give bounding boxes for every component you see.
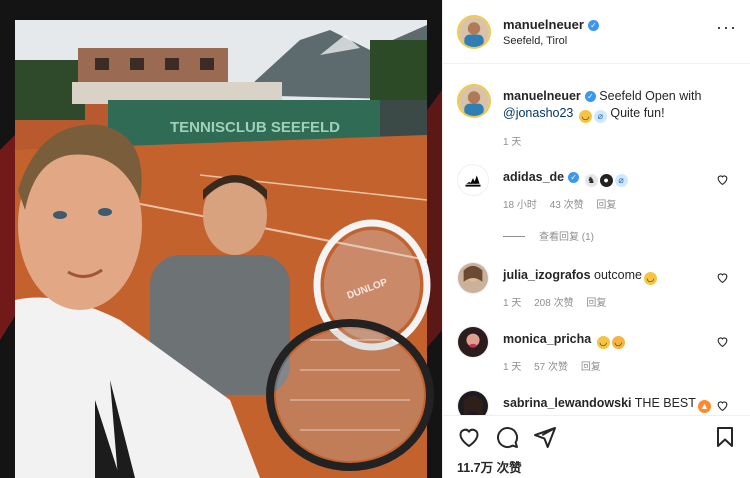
- share-paper-plane-icon[interactable]: [533, 425, 557, 449]
- goat-emoji-icon: ♞: [584, 174, 598, 187]
- comment-body: outcome: [594, 268, 642, 282]
- smile-emoji-icon: ◡: [578, 110, 592, 123]
- view-replies-button[interactable]: 查看回复 (1): [503, 228, 594, 243]
- commenter-avatar[interactable]: [457, 262, 489, 294]
- laughing-emoji-icon: ◡: [596, 336, 610, 349]
- comment-meta: 1 天 208 次赞 回复: [503, 294, 616, 309]
- fire-emoji-icon: ▲: [697, 400, 711, 413]
- caption-suffix: Quite fun!: [610, 106, 665, 120]
- commenter-avatar[interactable]: [457, 164, 489, 196]
- comment-text: monica_pricha ◡ ◡: [503, 332, 625, 349]
- tennis-racket-emoji-icon: ⌀: [614, 174, 628, 187]
- like-comment-heart-icon[interactable]: [716, 335, 729, 348]
- post-action-bar: 11.7万 次赞: [443, 415, 750, 478]
- post-header: manuelneuer ✓ Seefeld, Tirol ···: [443, 0, 750, 64]
- verified-badge-icon: ✓: [587, 20, 599, 31]
- comment-meta: 18 小时 43 次赞 回复: [503, 196, 626, 211]
- reply-button[interactable]: 回复: [596, 200, 616, 211]
- comment-item: julia_izografos outcome ◡ 1 天 208 次赞 回复: [443, 262, 750, 322]
- tennis-selfie-illustration: TENNISCLUB SEEFELD DUNLOP: [0, 0, 442, 478]
- like-heart-icon[interactable]: [457, 425, 481, 449]
- comment-meta: 1 天 57 次赞 回复: [503, 358, 611, 373]
- post-photo[interactable]: TENNISCLUB SEEFELD DUNLOP: [0, 0, 442, 478]
- save-bookmark-icon[interactable]: [713, 425, 737, 449]
- avatar-image: [459, 17, 489, 47]
- verified-badge-icon: ✓: [584, 91, 596, 102]
- author-username[interactable]: manuelneuer ✓: [503, 17, 599, 32]
- like-comment-heart-icon[interactable]: [716, 399, 729, 412]
- comment-time[interactable]: 1 天: [503, 298, 521, 309]
- instagram-post-view: TENNISCLUB SEEFELD DUNLOP manuelneuer ✓ S…: [0, 0, 750, 478]
- post-sidebar: manuelneuer ✓ Seefeld, Tirol ··· manuelne…: [442, 0, 750, 478]
- comment-like-count[interactable]: 57 次赞: [534, 362, 568, 373]
- tennis-racket-emoji-icon: ⌀: [593, 110, 607, 123]
- reply-button[interactable]: 回复: [586, 298, 606, 309]
- verified-badge-icon: ✓: [568, 172, 580, 183]
- like-comment-heart-icon[interactable]: [716, 271, 729, 284]
- post-like-count[interactable]: 11.7万 次赞: [457, 457, 522, 476]
- comment-time[interactable]: 1 天: [503, 362, 521, 373]
- comment-username[interactable]: monica_pricha: [503, 332, 591, 346]
- avatar-image: [458, 263, 488, 293]
- adidas-logo-icon: [458, 165, 488, 195]
- comment-body: THE BEST: [634, 396, 696, 410]
- avatar-image: [459, 86, 489, 116]
- comment-item: adidas_de ✓ ♞ ● ⌀ 18 小时 43 次赞 回复: [443, 164, 750, 224]
- comment-text: sabrina_lewandowski THE BEST ▲: [503, 396, 711, 413]
- savoring-face-emoji-icon: ◡: [643, 272, 657, 285]
- caption-username[interactable]: manuelneuer: [503, 89, 581, 103]
- author-avatar[interactable]: [457, 15, 491, 49]
- banner-text: TENNISCLUB SEEFELD: [170, 119, 340, 136]
- post-location[interactable]: Seefeld, Tirol: [503, 35, 567, 47]
- savoring-face-emoji-icon: ◡: [611, 336, 625, 349]
- comment-text: julia_izografos outcome ◡: [503, 268, 657, 285]
- like-comment-heart-icon[interactable]: [716, 173, 729, 186]
- comment-like-count[interactable]: 208 次赞: [534, 298, 573, 309]
- comment-like-count[interactable]: 43 次赞: [550, 200, 584, 211]
- comment-bubble-icon[interactable]: [495, 425, 519, 449]
- caption-text: manuelneuer ✓ Seefeld Open with @jonasho2…: [503, 88, 739, 123]
- reply-button[interactable]: 回复: [581, 362, 601, 373]
- comment-time[interactable]: 18 小时: [503, 200, 537, 211]
- comment-username[interactable]: sabrina_lewandowski: [503, 396, 632, 410]
- comment-text: adidas_de ✓ ♞ ● ⌀: [503, 170, 628, 187]
- comment-item: monica_pricha ◡ ◡ 1 天 57 次赞 回复: [443, 326, 750, 386]
- caption-author-avatar[interactable]: [457, 84, 491, 118]
- caption-timestamp[interactable]: 1 天: [503, 133, 521, 148]
- more-options-icon[interactable]: ···: [716, 18, 737, 36]
- avatar-image: [458, 327, 488, 357]
- caption-body: Seefeld Open with: [599, 89, 702, 103]
- commenter-avatar[interactable]: [457, 326, 489, 358]
- soccer-ball-emoji-icon: ●: [599, 174, 613, 187]
- comment-username[interactable]: julia_izografos: [503, 268, 591, 282]
- comment-username[interactable]: adidas_de: [503, 170, 564, 184]
- caption-mention-link[interactable]: @jonasho23: [503, 106, 573, 120]
